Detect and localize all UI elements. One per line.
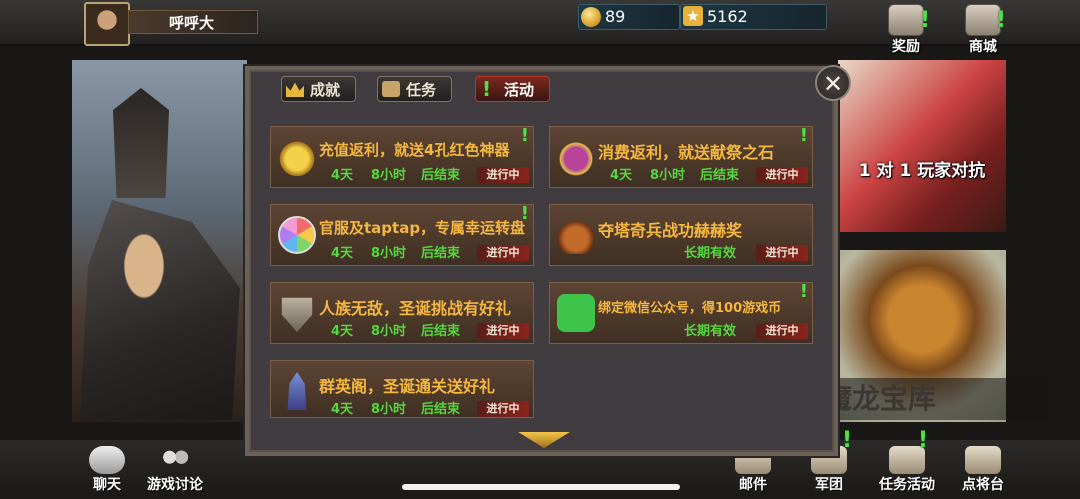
- piggy-bank-icon: [557, 138, 595, 176]
- activity-card[interactable]: 官服及taptap，专属幸运转盘 4天 8小时 后结束 进行中 !: [270, 203, 534, 266]
- hours-left: 8小时: [371, 246, 407, 261]
- scroll-icon: [382, 81, 400, 97]
- alert-icon: !: [520, 203, 529, 224]
- gold-value: 89: [605, 7, 626, 26]
- tab-task-label: 任务: [406, 81, 437, 99]
- player-name: 呼呼大: [128, 10, 258, 34]
- gold-coins-icon: [278, 138, 316, 176]
- activity-card[interactable]: 绑定微信公众号，得100游戏币 长期有效 进行中 !: [549, 281, 813, 344]
- general-icon: [965, 446, 1001, 474]
- activity-card[interactable]: 夺塔奇兵战功赫赫奖 长期有效 进行中: [549, 204, 813, 266]
- crown-icon: [286, 82, 304, 97]
- ends-label: 后结束: [421, 168, 461, 183]
- task-activity-button[interactable]: 任务活动: [872, 446, 942, 494]
- days-left: 4天: [331, 402, 354, 417]
- days-left: 4天: [331, 324, 354, 339]
- gift-box-icon: [888, 4, 924, 36]
- ends-label: 后结束: [421, 324, 461, 339]
- alert-icon: !: [799, 125, 808, 146]
- activity-card[interactable]: 人族无敌，圣诞挑战有好礼 4天 8小时 后结束 进行中: [270, 282, 534, 344]
- forum-button[interactable]: 游戏讨论: [140, 446, 210, 494]
- hours-left: 8小时: [650, 168, 686, 183]
- tab-task[interactable]: 任务: [377, 76, 452, 102]
- alert-icon: !: [520, 125, 529, 146]
- reward-label: 奖励: [892, 39, 920, 55]
- people-icon: [157, 446, 193, 474]
- ends-label: 后结束: [700, 168, 740, 183]
- legion-alert-icon: !: [842, 428, 853, 453]
- status-badge: 进行中: [477, 167, 529, 183]
- legion-label: 军团: [815, 477, 843, 493]
- task-activity-label: 任务活动: [879, 477, 935, 493]
- activity-title: 群英阁，圣诞通关送好礼: [319, 377, 496, 396]
- tab-achievement[interactable]: 成就: [281, 76, 356, 102]
- tower-icon: [287, 372, 307, 410]
- shield-icon: [281, 297, 313, 332]
- status-badge: 进行中: [477, 401, 529, 417]
- activity-card[interactable]: 群英阁，圣诞通关送好礼 4天 8小时 后结束 进行中: [270, 360, 534, 418]
- validity-label: 长期有效: [684, 324, 737, 339]
- wechat-icon: [557, 294, 595, 332]
- activity-card[interactable]: 消费返利，就送献祭之石 4天 8小时 后结束 进行中 !: [549, 125, 813, 188]
- player-avatar[interactable]: [84, 2, 130, 46]
- days-left: 4天: [331, 246, 354, 261]
- star-counter: ★ 5162: [680, 4, 827, 30]
- chat-bubble-icon: [89, 446, 125, 474]
- activity-title: 夺塔奇兵战功赫赫奖: [598, 221, 743, 240]
- hours-left: 8小时: [371, 402, 407, 417]
- chat-button[interactable]: 聊天: [72, 446, 142, 494]
- alert-icon: !: [799, 281, 808, 302]
- treasure-bag-icon: [557, 216, 595, 254]
- activity-title: 人族无敌，圣诞挑战有好礼: [319, 299, 512, 318]
- home-indicator: [402, 484, 680, 490]
- pvp-banner-label: 1 对 1 玩家对抗: [858, 161, 986, 181]
- status-badge: 进行中: [477, 323, 529, 339]
- close-icon: ✕: [822, 70, 844, 98]
- activity-card[interactable]: 充值返利，就送4孔红色神器 4天 8小时 后结束 进行中 !: [270, 125, 534, 188]
- status-badge: 进行中: [477, 245, 529, 261]
- shop-alert-icon: !: [996, 8, 1007, 33]
- tab-activity-label: 活动: [504, 81, 535, 99]
- general-button[interactable]: 点将台: [948, 446, 1018, 494]
- reward-alert-icon: !: [920, 8, 931, 33]
- task-alert-icon: !: [918, 428, 929, 453]
- status-badge: 进行中: [756, 323, 808, 339]
- chat-label: 聊天: [93, 477, 121, 493]
- tab-achievement-label: 成就: [310, 81, 341, 99]
- close-button[interactable]: ✕: [815, 65, 851, 101]
- hours-left: 8小时: [371, 324, 407, 339]
- activity-title: 充值返利，就送4孔红色神器: [319, 141, 510, 159]
- star-value: 5162: [707, 7, 748, 26]
- activity-alert-icon: !: [482, 77, 492, 101]
- activity-title: 绑定微信公众号，得100游戏币: [598, 301, 782, 316]
- status-badge: 进行中: [756, 167, 808, 183]
- tab-activity[interactable]: ! 活动: [475, 76, 550, 102]
- gold-coin-icon: [581, 7, 601, 27]
- mail-label: 邮件: [739, 477, 767, 493]
- activity-title: 官服及taptap，专属幸运转盘: [319, 219, 526, 237]
- pvp-banner[interactable]: [838, 60, 1006, 232]
- days-left: 4天: [610, 168, 633, 183]
- ends-label: 后结束: [421, 402, 461, 417]
- forum-label: 游戏讨论: [147, 477, 203, 493]
- activity-title: 消费返利，就送献祭之石: [598, 143, 775, 162]
- lucky-wheel-icon: [278, 216, 316, 254]
- hours-left: 8小时: [371, 168, 407, 183]
- validity-label: 长期有效: [684, 246, 737, 261]
- days-left: 4天: [331, 168, 354, 183]
- ends-label: 后结束: [421, 246, 461, 261]
- general-label: 点将台: [962, 477, 1004, 493]
- star-icon: ★: [683, 6, 703, 26]
- dragon-treasury-label: 魔龙宝库: [824, 378, 1048, 420]
- gold-counter: 89: [578, 4, 680, 30]
- status-badge: 进行中: [756, 245, 808, 261]
- shop-label: 商城: [969, 39, 997, 55]
